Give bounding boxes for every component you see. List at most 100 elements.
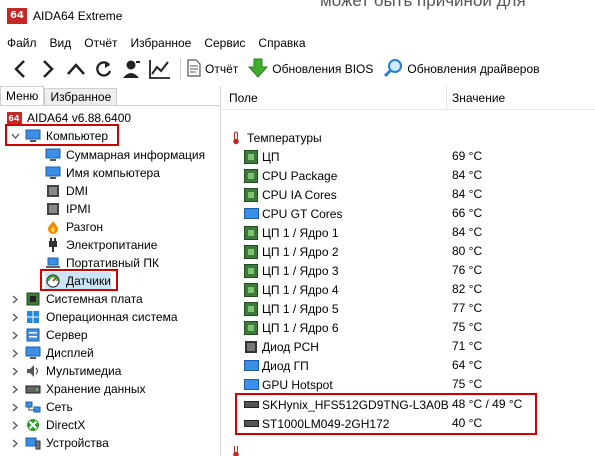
sensor-value: 76 °C [452,263,483,277]
tree-item-display[interactable]: Дисплей [25,344,94,362]
sensor-row[interactable]: ЦП 1 / Ядро 5 [243,299,339,318]
server-icon [25,328,41,342]
toolbar: Отчёт Обновления BIOS Обновления драйвер… [0,55,595,83]
expand-arrow-icon[interactable] [10,434,20,452]
chip-icon [243,320,259,335]
chip-icon [243,244,259,259]
section-temperatures[interactable]: Температуры [228,128,322,147]
menu-service[interactable]: Сервис [197,36,251,50]
tree-item-network-label: Сеть [46,400,73,414]
sensor-row[interactable]: ЦП [243,147,280,166]
expand-arrow-icon[interactable] [10,380,20,398]
tree-item-server[interactable]: Сервер [25,326,88,344]
expand-arrow-icon[interactable] [10,326,20,344]
back-icon[interactable] [8,57,32,81]
tree-item-summary[interactable]: Суммарная информация [45,146,205,164]
sensor-row[interactable]: CPU GT Cores [243,204,342,223]
column-header: Поле Значение [222,86,595,110]
menu-favorites[interactable]: Избранное [124,36,198,50]
menu-file[interactable]: Файл [0,36,43,50]
sensor-value: 84 °C [452,225,483,239]
tree-item-ipmi[interactable]: IPMI [45,200,91,218]
driver-update-label: Обновления драйверов [407,62,540,76]
motherboard-icon [25,292,41,306]
tree-item-os[interactable]: Операционная система [25,308,178,326]
monitor-icon [243,359,259,373]
tree-item-power-label: Электропитание [66,238,158,252]
sensor-row[interactable]: ЦП 1 / Ядро 6 [243,318,339,337]
menu-report[interactable]: Отчёт [77,36,123,50]
sensor-row[interactable]: ЦП 1 / Ядро 4 [243,280,339,299]
tab-favorites[interactable]: Избранное [44,88,118,106]
sensor-value: 66 °C [452,206,483,220]
sensor-row[interactable]: GPU Hotspot [243,375,333,394]
expand-arrow-icon[interactable] [10,398,20,416]
sensor-row[interactable]: CPU Package [243,166,337,185]
display-icon [25,346,41,360]
monitor-icon [243,378,259,392]
sensor-row[interactable]: CPU IA Cores [243,185,337,204]
menu-bar: Файл Вид Отчёт Избранное Сервис Справка [0,33,312,53]
sensor-row[interactable]: Диод ГП [243,356,309,375]
hard-drive-icon [25,382,41,396]
up-icon[interactable] [64,57,88,81]
chart-icon[interactable] [148,57,172,81]
sensor-row[interactable]: ЦП 1 / Ядро 3 [243,261,339,280]
sensor-value: 84 °C [452,187,483,201]
sensor-name: ЦП 1 / Ядро 3 [262,263,339,278]
tree-item-computer-name[interactable]: Имя компьютера [45,164,160,182]
report-button[interactable]: Отчёт [187,57,238,81]
tree-item-dmi[interactable]: DMI [45,182,88,200]
windows-icon [25,310,41,324]
sensor-row[interactable]: Диод PCH [243,337,319,356]
sensor-row[interactable]: ЦП 1 / Ядро 2 [243,242,339,261]
thermometer-icon [228,131,244,145]
expand-arrow-icon[interactable] [10,416,20,434]
tab-menu[interactable]: Меню [0,86,45,106]
tree-item-summary-label: Суммарная информация [66,148,206,162]
tree-item-devices[interactable]: Устройства [25,434,109,452]
monitor-icon [45,148,61,162]
magnifier-icon [383,58,403,81]
tree-item-motherboard[interactable]: Системная плата [25,290,143,308]
driver-update-button[interactable]: Обновления драйверов [383,57,540,81]
tree-item-multimedia[interactable]: Мультимедиа [25,362,121,380]
power-plug-icon [45,238,61,252]
tree-item-overclock[interactable]: Разгон [45,218,103,236]
column-divider[interactable] [446,86,447,110]
sensor-row[interactable]: ЦП 1 / Ядро 1 [243,223,339,242]
tree-item-network[interactable]: Сеть [25,398,73,416]
sensor-value: 80 °C [452,244,483,258]
expand-arrow-icon[interactable] [10,344,20,362]
speaker-icon [25,364,41,378]
aida64-icon: 64 [6,111,22,125]
tree-item-directx[interactable]: DirectX [25,416,85,434]
expand-arrow-icon[interactable] [10,308,20,326]
sensor-name: Диод ГП [262,358,309,373]
sensor-name: GPU Hotspot [262,377,333,392]
bios-update-button[interactable]: Обновления BIOS [248,57,373,81]
tree-item-overclock-label: Разгон [66,220,104,234]
tree-item-power[interactable]: Электропитание [45,236,157,254]
monitor-icon [45,166,61,180]
network-icon [25,400,41,414]
sensor-value: 69 °C [452,149,483,163]
expand-arrow-icon[interactable] [10,362,20,380]
sensor-name: ЦП 1 / Ядро 4 [262,282,339,297]
download-arrow-icon [248,58,269,81]
user-icon[interactable] [120,57,144,81]
menu-view[interactable]: Вид [43,36,78,50]
tree-item-dmi-label: DMI [66,184,88,198]
refresh-icon[interactable] [92,57,116,81]
column-value-header[interactable]: Значение [452,91,505,105]
report-label: Отчёт [205,62,239,76]
expand-arrow-icon[interactable] [10,290,20,308]
forward-icon[interactable] [36,57,60,81]
window-title: AIDA64 Extreme [33,9,123,23]
tree-item-storage[interactable]: Хранение данных [25,380,146,398]
sensor-name: ЦП 1 / Ядро 2 [262,244,339,259]
panel-tabs: Меню Избранное [0,86,118,106]
column-field-header[interactable]: Поле [229,91,258,105]
menu-help[interactable]: Справка [251,36,311,50]
sensor-value: 71 °C [452,339,483,353]
